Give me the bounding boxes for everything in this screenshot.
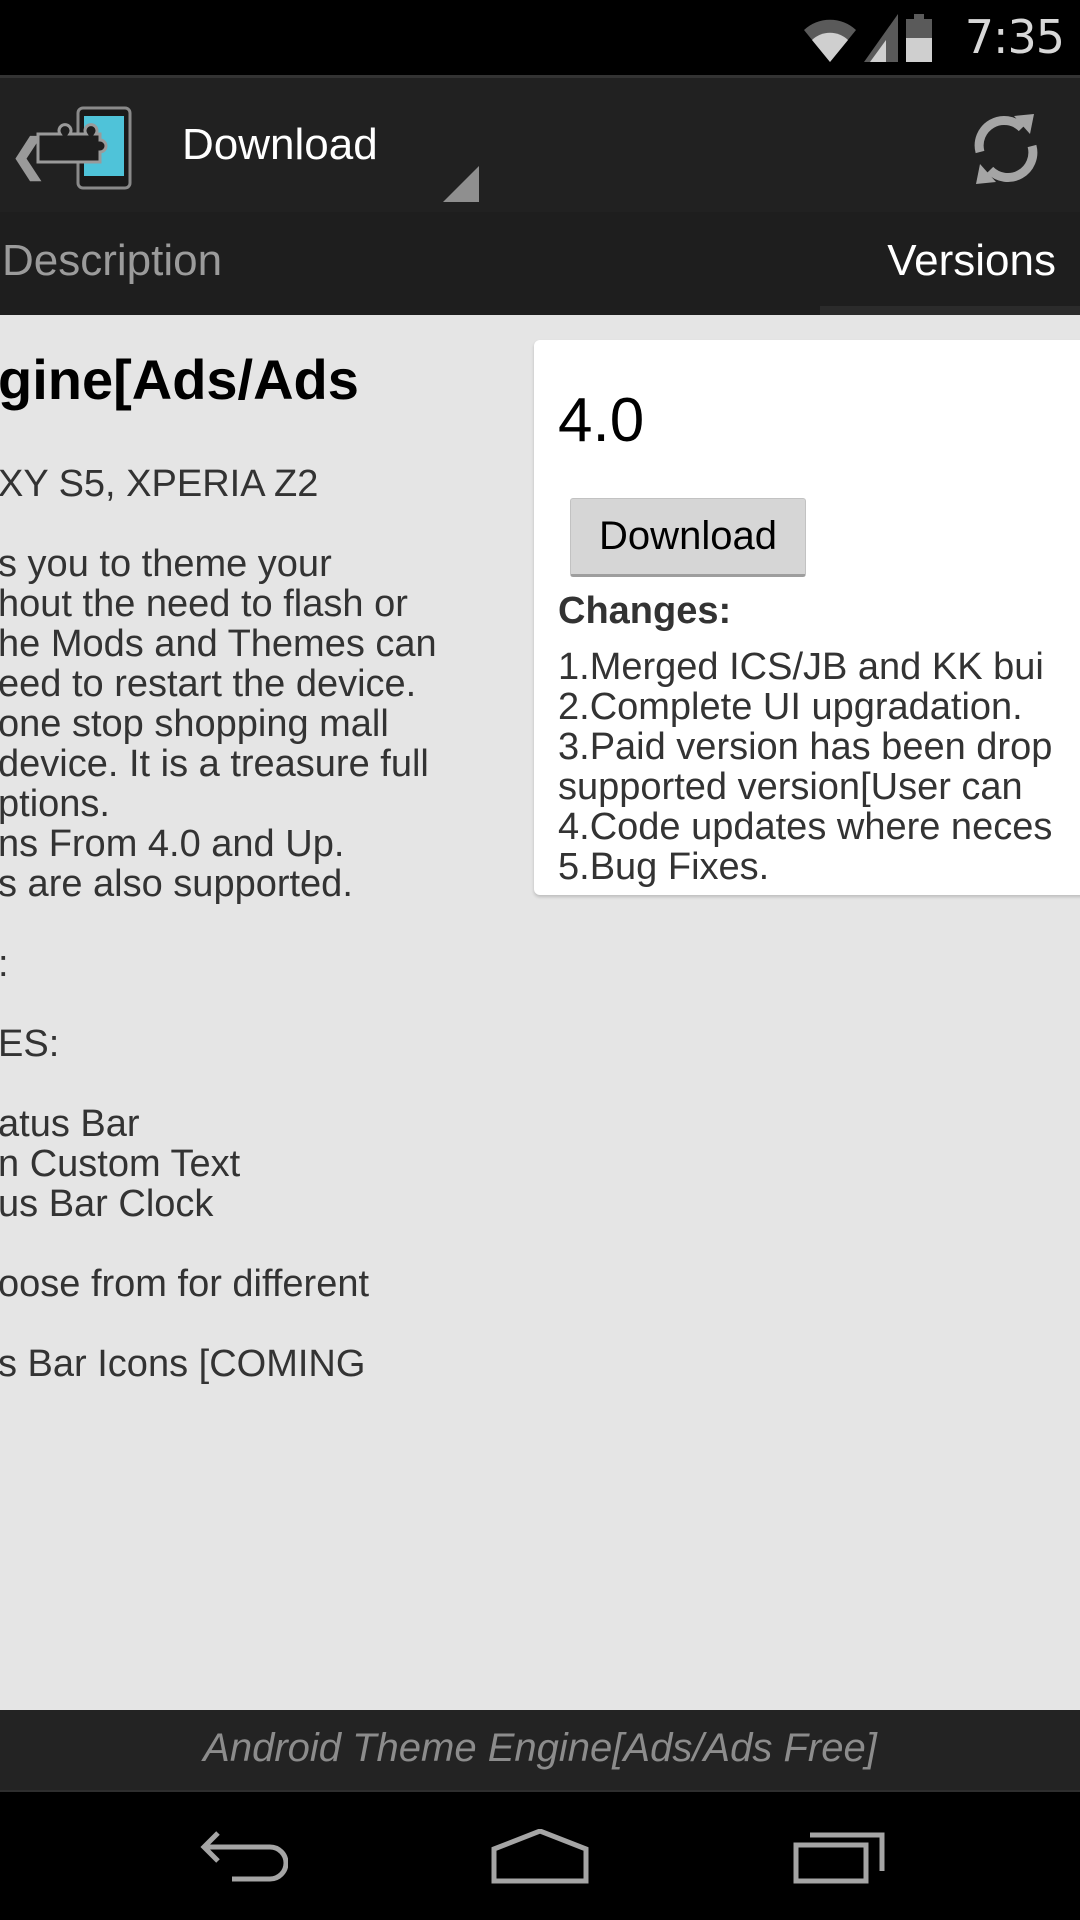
refresh-icon[interactable] bbox=[970, 112, 1040, 186]
change-item: 1.Merged ICS/JB and KK bui bbox=[558, 646, 1044, 688]
action-bar: ❮ Download bbox=[0, 75, 1080, 212]
description-line: ES: bbox=[0, 1023, 60, 1065]
description-line: one stop shopping mall bbox=[0, 703, 389, 745]
battery-icon bbox=[906, 14, 932, 62]
description-line: hout the need to flash or bbox=[0, 583, 408, 625]
description-line: device. It is a treasure full bbox=[0, 743, 429, 785]
back-button[interactable] bbox=[180, 1822, 300, 1892]
footer-bar: Android Theme Engine[Ads/Ads Free] bbox=[0, 1710, 1080, 1792]
app-icon bbox=[36, 106, 132, 190]
content-area[interactable]: gine[Ads/Ads XY S5, XPERIA Z2 s you to t… bbox=[0, 315, 1080, 1710]
change-item: 3.Paid version has been drop bbox=[558, 726, 1053, 768]
clock: 7:35 bbox=[964, 10, 1065, 64]
description-line: ns From 4.0 and Up. bbox=[0, 823, 345, 865]
system-nav-bar bbox=[0, 1792, 1080, 1920]
dropdown-triangle-icon bbox=[443, 166, 479, 202]
home-button[interactable] bbox=[480, 1822, 600, 1892]
signal-icon bbox=[864, 14, 898, 62]
description-line: us Bar Clock bbox=[0, 1183, 214, 1225]
recents-button[interactable] bbox=[780, 1822, 900, 1892]
description-line: oose from for different bbox=[0, 1263, 370, 1305]
page-title: Download bbox=[182, 120, 378, 169]
description-line: atus Bar bbox=[0, 1103, 140, 1145]
tab-versions[interactable]: Versions bbox=[887, 236, 1056, 286]
change-item: 2.Complete UI upgradation. bbox=[558, 686, 1023, 728]
description-line: ptions. bbox=[0, 783, 110, 825]
wifi-icon bbox=[804, 19, 856, 62]
app-title: gine[Ads/Ads bbox=[0, 348, 359, 411]
tab-description[interactable]: Description bbox=[2, 236, 222, 286]
change-item: 4.Code updates where neces bbox=[558, 806, 1053, 848]
status-bar: 7:35 bbox=[0, 0, 1080, 75]
description-line: eed to restart the device. bbox=[0, 663, 417, 705]
description-line: s you to theme your bbox=[0, 543, 332, 585]
back-icon bbox=[200, 1831, 288, 1882]
change-item: 5.Bug Fixes. bbox=[558, 846, 770, 888]
change-item: supported version[User can bbox=[558, 766, 1023, 808]
status-icons bbox=[804, 14, 932, 62]
download-button[interactable]: Download bbox=[570, 498, 806, 577]
description-line: s are also supported. bbox=[0, 863, 353, 905]
description-line: he Mods and Themes can bbox=[0, 623, 437, 665]
changes-label: Changes: bbox=[558, 590, 732, 632]
tab-indicator bbox=[820, 306, 1080, 315]
version-card: 4.0 Download Changes: 1.Merged ICS/JB an… bbox=[534, 340, 1080, 895]
recents-icon bbox=[793, 1832, 885, 1884]
description-line: XY S5, XPERIA Z2 bbox=[0, 463, 319, 505]
home-icon bbox=[491, 1829, 589, 1884]
footer-app-name: Android Theme Engine[Ads/Ads Free] bbox=[203, 1726, 877, 1770]
version-number: 4.0 bbox=[558, 386, 645, 455]
tab-bar: Description Versions bbox=[0, 212, 1080, 315]
description-line: s Bar Icons [COMING bbox=[0, 1343, 366, 1385]
description-line: n Custom Text bbox=[0, 1143, 241, 1185]
description-line: : bbox=[0, 943, 9, 986]
